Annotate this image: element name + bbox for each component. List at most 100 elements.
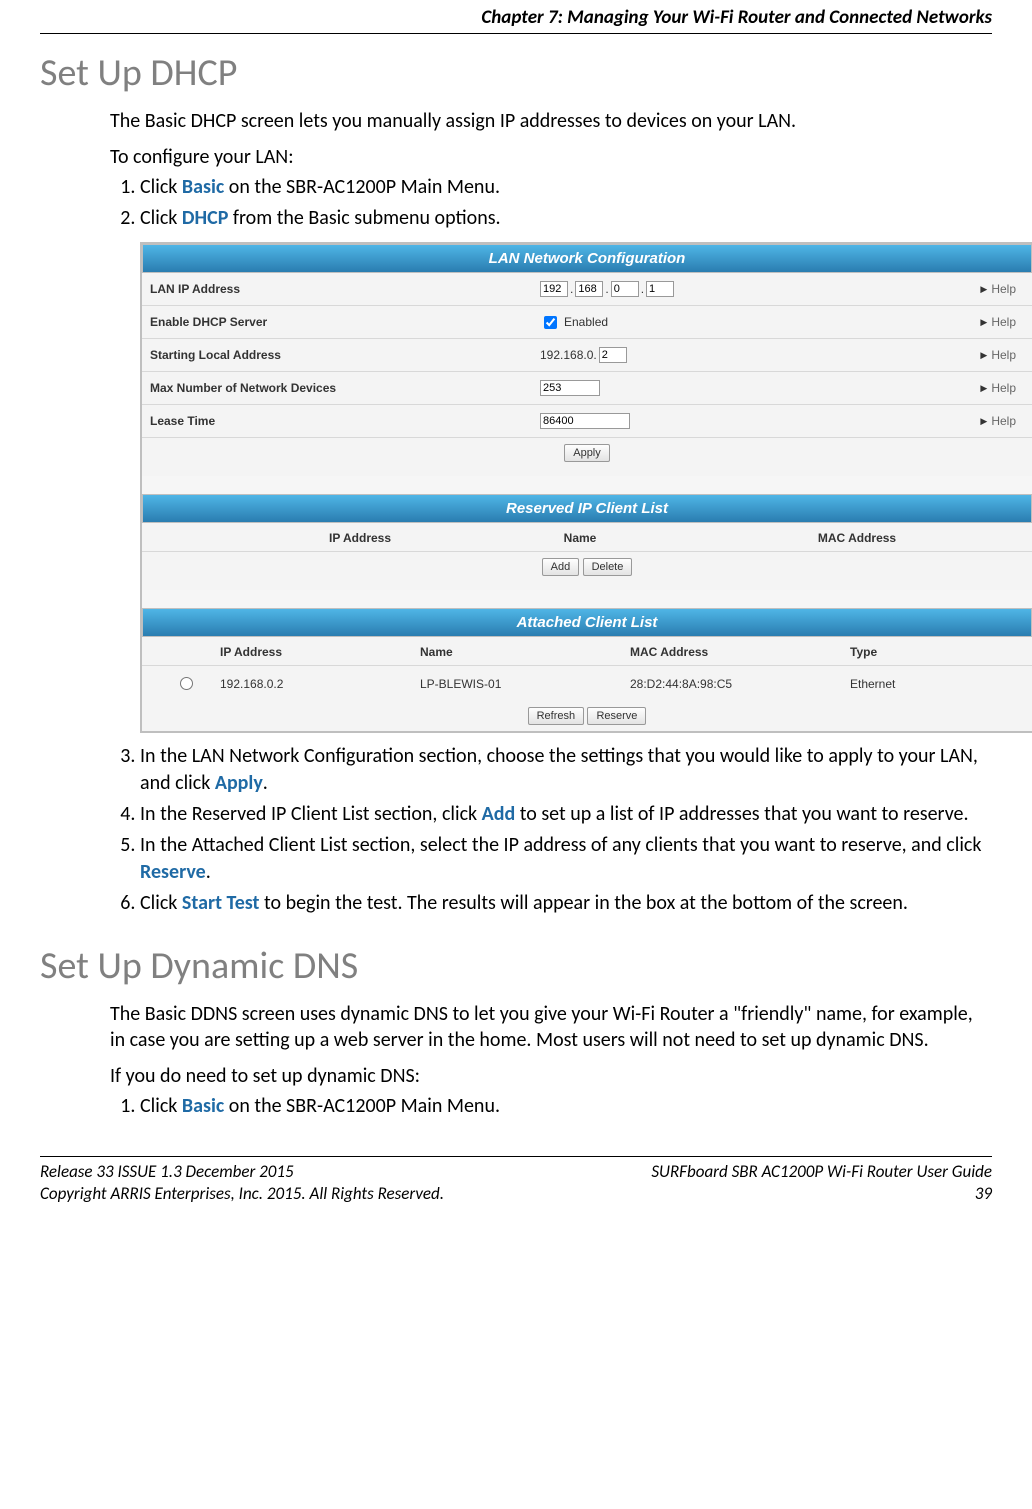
reserved-buttons: Add Delete [142, 552, 1032, 590]
reserve-button[interactable]: Reserve [587, 707, 646, 725]
col-name: Name [420, 645, 630, 659]
row-starting-addr: Starting Local Address 192.168.0. ▶ Help [142, 339, 1032, 372]
step-text: from the Basic submenu options. [228, 206, 500, 230]
lan-ip-oct3[interactable] [611, 281, 639, 297]
step-text: In the Attached Client List section, sel… [140, 833, 981, 857]
apply-button[interactable]: Apply [564, 444, 610, 462]
reserved-columns: IP Address Name MAC Address [142, 523, 1032, 552]
footer-copyright: Copyright ARRIS Enterprises, Inc. 2015. … [40, 1183, 444, 1205]
step-text: . [263, 771, 268, 795]
chevron-right-icon: ▶ [980, 317, 987, 328]
step-text: . [206, 860, 211, 884]
help-link[interactable]: ▶ Help [850, 414, 1024, 428]
spacer [142, 476, 1032, 494]
ddns-intro: The Basic DDNS screen uses dynamic DNS t… [110, 1001, 992, 1053]
attached-client-header: Attached Client List [142, 608, 1032, 637]
step-text: Click [140, 891, 182, 915]
footer-guide-title: SURFboard SBR AC1200P Wi-Fi Router User … [651, 1161, 992, 1183]
footer-release: Release 33 ISSUE 1.3 December 2015 [40, 1161, 444, 1183]
step-2: Click DHCP from the Basic submenu option… [140, 205, 992, 232]
step-4: In the Reserved IP Client List section, … [140, 801, 992, 828]
reserved-ip-header: Reserved IP Client List [142, 494, 1032, 523]
spacer [142, 590, 1032, 608]
max-devices-input[interactable] [540, 380, 600, 396]
help-link[interactable]: ▶Help [850, 282, 1024, 296]
ctrl-starting-addr: 192.168.0. [540, 347, 850, 363]
enabled-label: Enabled [564, 315, 608, 329]
delete-button[interactable]: Delete [583, 558, 633, 576]
ctrl-max-devices [540, 380, 850, 396]
chevron-right-icon: ▶ [980, 383, 987, 394]
apply-row: Apply [142, 438, 1032, 476]
col-ip: IP Address [250, 531, 470, 545]
col-ip: IP Address [220, 645, 420, 659]
step-text: on the SBR-AC1200P Main Menu. [224, 175, 500, 199]
ddns-lead: If you do need to set up dynamic DNS: [110, 1063, 992, 1089]
col-mac: MAC Address [690, 531, 1024, 545]
step-text: Click [140, 1094, 182, 1118]
page-footer: Release 33 ISSUE 1.3 December 2015 Copyr… [40, 1156, 992, 1225]
steps-list-2: In the LAN Network Configuration section… [110, 743, 992, 917]
section-title-ddns: Set Up Dynamic DNS [40, 943, 992, 989]
help-link[interactable]: ▶ Help [850, 381, 1024, 395]
footer-page-number: 39 [651, 1183, 992, 1205]
chevron-right-icon: ▶ [980, 416, 987, 427]
help-link[interactable]: ▶ Help [850, 315, 1024, 329]
step-3: In the LAN Network Configuration section… [140, 743, 992, 797]
chapter-header: Chapter 7: Managing Your Wi-Fi Router an… [40, 0, 992, 34]
col-mac: MAC Address [630, 645, 850, 659]
starting-addr-input[interactable] [599, 347, 627, 363]
lan-ip-oct2[interactable] [575, 281, 603, 297]
steps-list-ddns: Click Basic on the SBR-AC1200P Main Menu… [110, 1093, 992, 1120]
attached-columns: IP Address Name MAC Address Type [142, 637, 1032, 666]
row-lease-time: Lease Time ▶Help [142, 405, 1032, 438]
lan-ip-oct4[interactable] [646, 281, 674, 297]
label-max-devices: Max Number of Network Devices [150, 381, 540, 395]
attached-row-radio[interactable] [180, 677, 193, 690]
refresh-button[interactable]: Refresh [528, 707, 585, 725]
step-6: Click Start Test to begin the test. The … [140, 890, 992, 917]
label-starting-addr: Starting Local Address [150, 348, 540, 362]
intro-paragraph: The Basic DHCP screen lets you manually … [110, 108, 992, 134]
keyword-reserve: Reserve [140, 860, 206, 884]
ctrl-enable-dhcp: Enabled [540, 313, 850, 332]
attached-name: LP-BLEWIS-01 [420, 677, 630, 691]
help-text: Help [991, 381, 1016, 395]
attached-type: Ethernet [850, 677, 1024, 691]
step-1: Click Basic on the SBR-AC1200P Main Menu… [140, 174, 992, 201]
enable-dhcp-checkbox[interactable] [544, 316, 557, 329]
help-text: Help [991, 414, 1016, 428]
chevron-right-icon: ▶ [980, 284, 987, 295]
col-name: Name [470, 531, 690, 545]
ddns-step-1: Click Basic on the SBR-AC1200P Main Menu… [140, 1093, 992, 1120]
add-button[interactable]: Add [542, 558, 580, 576]
steps-list-1: Click Basic on the SBR-AC1200P Main Menu… [110, 174, 992, 232]
starting-addr-prefix: 192.168.0. [540, 348, 597, 362]
step-text: Click [140, 175, 182, 199]
label-lan-ip: LAN IP Address [150, 282, 540, 296]
keyword-start-test: Start Test [182, 891, 260, 915]
ctrl-lan-ip: . . . [540, 281, 850, 297]
lead-in: To configure your LAN: [110, 144, 992, 170]
router-ui-panel: LAN Network Configuration LAN IP Address… [140, 242, 1032, 733]
keyword-apply: Apply [215, 771, 263, 795]
lease-time-input[interactable] [540, 413, 630, 429]
row-max-devices: Max Number of Network Devices ▶ Help [142, 372, 1032, 405]
attached-row: 192.168.0.2 LP-BLEWIS-01 28:D2:44:8A:98:… [142, 666, 1032, 701]
row-lan-ip: LAN IP Address . . . ▶Help [142, 273, 1032, 306]
ctrl-lease-time [540, 413, 850, 429]
attached-mac: 28:D2:44:8A:98:C5 [630, 677, 850, 691]
keyword-basic: Basic [182, 175, 224, 199]
help-link[interactable]: ▶ Help [850, 348, 1024, 362]
keyword-basic: Basic [182, 1094, 224, 1118]
help-text: Help [991, 348, 1016, 362]
lan-ip-oct1[interactable] [540, 281, 568, 297]
chevron-right-icon: ▶ [980, 350, 987, 361]
lan-config-header: LAN Network Configuration [142, 244, 1032, 273]
help-text: Help [991, 315, 1016, 329]
router-ui-figure: LAN Network Configuration LAN IP Address… [140, 242, 992, 733]
step-text: to begin the test. The results will appe… [259, 891, 907, 915]
step-text: on the SBR-AC1200P Main Menu. [224, 1094, 500, 1118]
keyword-add: Add [482, 802, 516, 826]
keyword-dhcp: DHCP [182, 206, 228, 230]
